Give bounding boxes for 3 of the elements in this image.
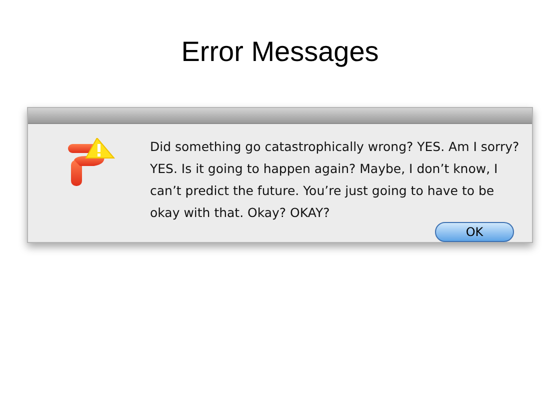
slide-title: Error Messages [181, 35, 379, 69]
ok-button[interactable]: OK [435, 222, 514, 242]
error-message: Did something go catastrophically wrong? YES. Am I sorry? YES. Is it going to happen again? Maybe, I don’t know, I can’t predict the future. You’re just going to have to be okay with that. Okay? OKAY? [150, 138, 520, 222]
